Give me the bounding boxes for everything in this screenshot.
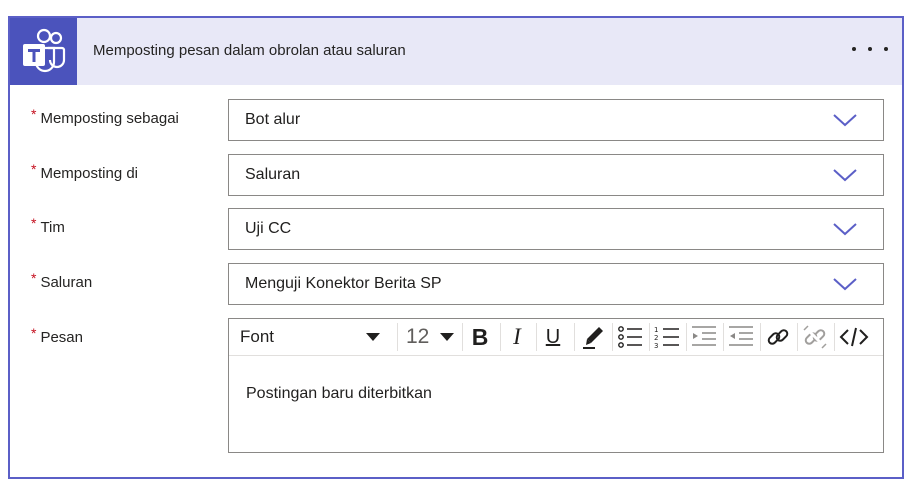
bullet-list-icon[interactable]	[615, 322, 645, 352]
highlight-pen-icon[interactable]	[578, 322, 608, 352]
required-asterisk: *	[31, 161, 37, 177]
underline-icon[interactable]: U	[539, 322, 567, 352]
toolbar-divider	[612, 323, 613, 351]
svg-text:3: 3	[654, 342, 658, 349]
dropdown-memposting-sebagai[interactable]: Bot alur	[228, 99, 884, 141]
unlink-icon[interactable]	[800, 322, 830, 352]
svg-text:2: 2	[654, 334, 658, 342]
field-label-tim: * Tim	[31, 215, 65, 236]
caret-down-icon	[366, 333, 380, 341]
toolbar-divider	[397, 323, 398, 351]
field-label-memposting-di: * Memposting di	[31, 161, 138, 182]
increase-indent-icon[interactable]	[726, 322, 756, 352]
toolbar-divider	[723, 323, 724, 351]
dropdown-value: Uji CC	[245, 220, 292, 237]
toolbar-divider	[797, 323, 798, 351]
field-label-memposting-sebagai: * Memposting sebagai	[31, 106, 179, 127]
field-label-pesan: * Pesan	[31, 325, 83, 346]
font-family-select[interactable]: Font	[240, 322, 380, 352]
chevron-down-icon	[833, 278, 857, 291]
required-asterisk: *	[31, 215, 37, 231]
more-options-icon[interactable]	[852, 38, 888, 60]
numbered-list-icon[interactable]: 123	[652, 322, 682, 352]
toolbar-divider	[462, 323, 463, 351]
field-label-saluran: * Saluran	[31, 270, 93, 291]
required-asterisk: *	[31, 106, 37, 122]
font-size-select[interactable]: 12	[406, 322, 454, 352]
required-asterisk: *	[31, 270, 37, 286]
decrease-indent-icon[interactable]	[689, 322, 719, 352]
svg-text:1: 1	[654, 326, 658, 334]
toolbar-divider	[574, 323, 575, 351]
dropdown-saluran[interactable]: Menguji Konektor Berita SP	[228, 263, 884, 305]
toolbar-divider	[760, 323, 761, 351]
code-view-icon[interactable]	[837, 322, 871, 352]
bold-icon[interactable]: B	[466, 322, 494, 352]
action-card: Memposting pesan dalam obrolan atau salu…	[8, 16, 904, 479]
message-content[interactable]: Postingan baru diterbitkan	[246, 385, 432, 403]
message-editor[interactable]: Font 12 B I U 1 2 3 Postingan baru diter…	[228, 318, 884, 453]
chevron-down-icon	[833, 169, 857, 182]
dropdown-tim[interactable]: Uji CC	[228, 208, 884, 250]
chevron-down-icon	[833, 223, 857, 236]
dropdown-value: Saluran	[245, 166, 301, 183]
toolbar-divider	[536, 323, 537, 351]
chevron-down-icon	[833, 114, 857, 127]
required-asterisk: *	[31, 325, 37, 341]
dropdown-memposting-di[interactable]: Saluran	[228, 154, 884, 196]
dropdown-value: Bot alur	[245, 111, 301, 128]
toolbar-divider	[500, 323, 501, 351]
card-title: Memposting pesan dalam obrolan atau salu…	[93, 42, 406, 59]
card-header[interactable]: Memposting pesan dalam obrolan atau salu…	[10, 18, 902, 85]
toolbar-divider	[649, 323, 650, 351]
toolbar-divider	[834, 323, 835, 351]
dropdown-value: Menguji Konektor Berita SP	[245, 275, 442, 292]
caret-down-icon	[440, 333, 454, 341]
italic-icon[interactable]: I	[503, 322, 531, 352]
toolbar-divider	[686, 323, 687, 351]
teams-logo-icon	[10, 18, 77, 85]
link-icon[interactable]	[763, 322, 793, 352]
rich-text-toolbar: Font 12 B I U 1 2 3	[229, 319, 883, 356]
